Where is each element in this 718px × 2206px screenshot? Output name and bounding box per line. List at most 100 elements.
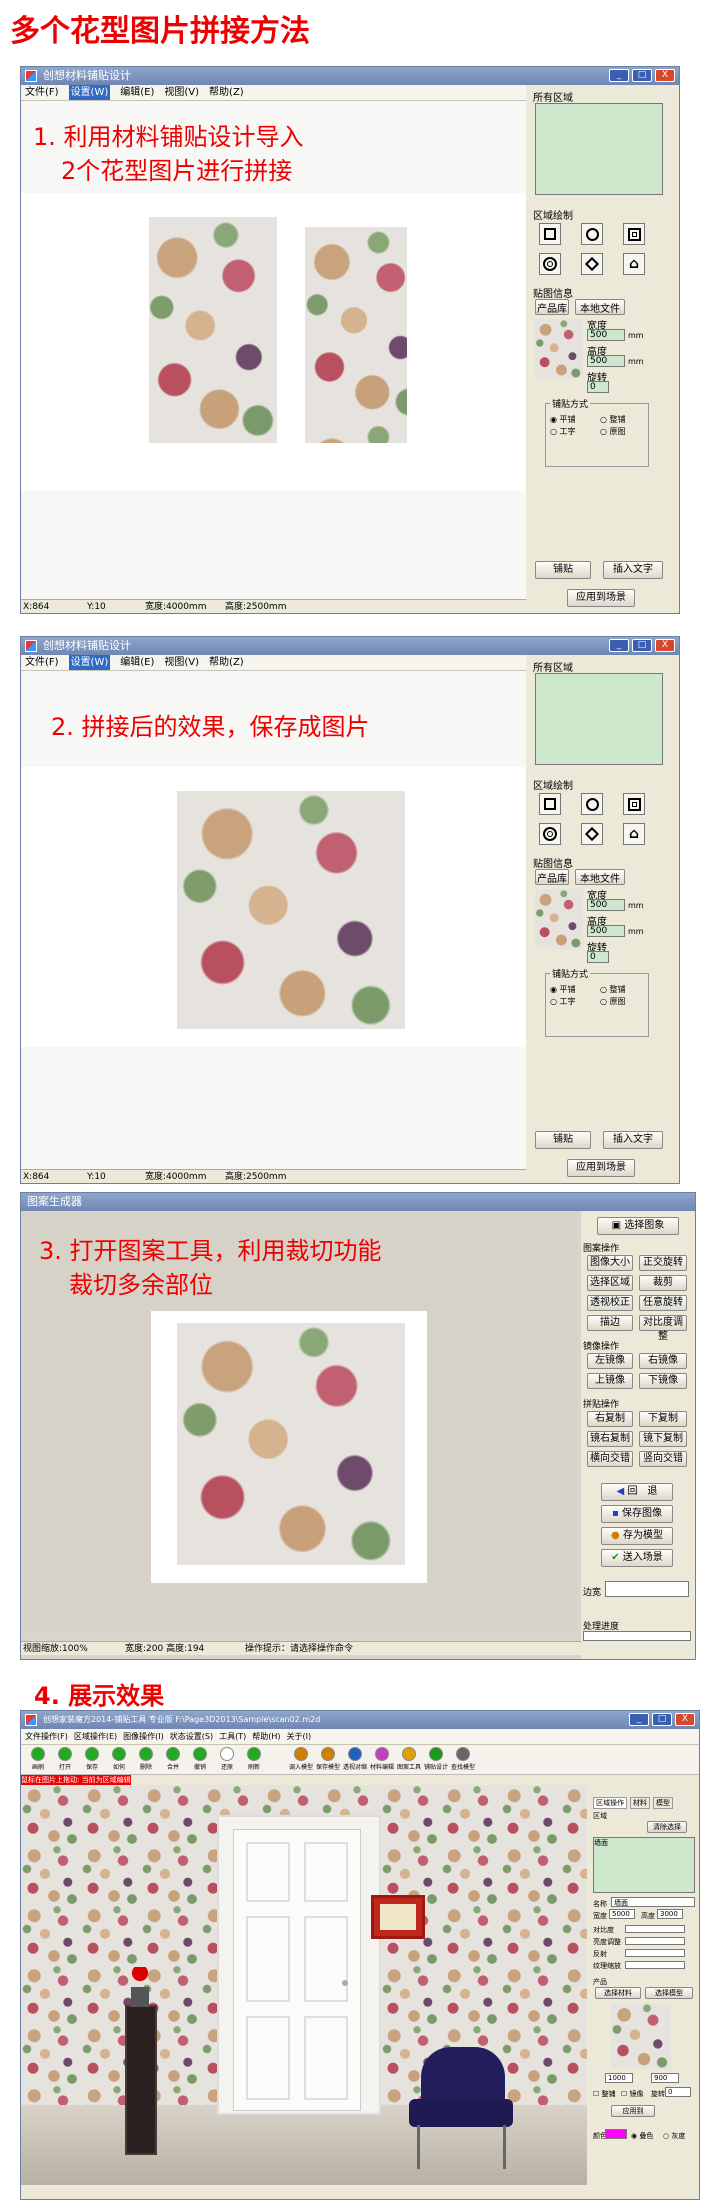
tile-button[interactable]: 铺贴 <box>535 1131 591 1149</box>
toolbar-button-15[interactable]: 查找模型 <box>450 1746 476 1774</box>
stitched-floral-image[interactable] <box>177 791 405 1029</box>
height-input[interactable]: 500 <box>587 355 625 367</box>
tab-region-ops[interactable]: 区域操作 <box>593 1797 627 1809</box>
maximize-button[interactable]: □ <box>652 1713 672 1726</box>
local-file-button[interactable]: 本地文件 <box>575 869 625 885</box>
toolbar-button-12[interactable]: 材料编辑 <box>369 1746 395 1774</box>
circle-tool-icon[interactable] <box>581 793 603 815</box>
tile-button[interactable]: 铺贴 <box>535 561 591 579</box>
diamond-tool-icon[interactable] <box>581 253 603 275</box>
apply-button[interactable]: 应用到 <box>611 2105 655 2117</box>
image-size-button[interactable]: 图像大小 <box>587 1255 633 1271</box>
design-canvas[interactable]: 2. 拼接后的效果，保存成图片 <box>21 671 526 1169</box>
toolbar-button-11[interactable]: 透视对缩 <box>342 1746 368 1774</box>
minimize-button[interactable]: _ <box>609 639 629 652</box>
reflection-slider[interactable] <box>625 1949 685 1957</box>
stroke-button[interactable]: 描边 <box>587 1315 633 1331</box>
menu-help[interactable]: 帮助(Z) <box>209 655 244 670</box>
menu-edit[interactable]: 编辑(E) <box>120 655 154 670</box>
back-button[interactable]: ◀ 回 退 <box>601 1483 673 1501</box>
close-button[interactable]: X <box>655 69 675 82</box>
floral-image-1[interactable] <box>149 217 277 443</box>
toolbar-button-7[interactable]: 还原 <box>214 1746 240 1774</box>
perspective-button[interactable]: 透视校正 <box>587 1295 633 1311</box>
menu-view[interactable]: 视图(V) <box>164 655 199 670</box>
texture-scale-slider[interactable] <box>625 1961 685 1969</box>
menu-file-ops[interactable]: 文件操作(F) <box>25 1729 68 1744</box>
menu-settings[interactable]: 设置(W) <box>68 655 111 670</box>
square-frame-tool-icon[interactable] <box>623 223 645 245</box>
crop-button[interactable]: 裁剪 <box>639 1275 687 1291</box>
minimize-button[interactable]: _ <box>609 69 629 82</box>
menu-status[interactable]: 状态设置(S) <box>170 1729 213 1744</box>
menu-file[interactable]: 文件(F) <box>25 655 59 670</box>
local-file-button[interactable]: 本地文件 <box>575 299 625 315</box>
mirror-left-button[interactable]: 左镜像 <box>587 1353 633 1369</box>
rotate-input[interactable]: 0 <box>587 381 609 393</box>
maximize-button[interactable]: □ <box>632 639 652 652</box>
floral-image-2[interactable] <box>305 227 407 443</box>
mode-radio-brick[interactable]: ○ 工字 <box>550 996 576 1007</box>
diamond-tool-icon[interactable] <box>581 823 603 845</box>
toolbar-button-13[interactable]: 图案工具 <box>396 1746 422 1774</box>
mode-radio-tile[interactable]: ◉ 平铺 <box>550 984 576 995</box>
circle-tool-icon[interactable] <box>581 223 603 245</box>
material-width-input[interactable]: 1000 <box>605 2073 633 2083</box>
menu-image-ops[interactable]: 图像操作(I) <box>123 1729 164 1744</box>
width-input[interactable]: 5000 <box>609 1909 635 1919</box>
mode-radio-brick[interactable]: ○ 工字 <box>550 426 576 437</box>
toolbar-button-5[interactable]: 合并 <box>160 1746 186 1774</box>
height-input[interactable]: 3000 <box>657 1909 683 1919</box>
pattern-canvas[interactable]: 3. 打开图案工具，利用裁切功能 裁切多余部位 <box>21 1211 577 1631</box>
edge-width-slider[interactable] <box>605 1581 689 1597</box>
toolbar-button-10[interactable]: 保存模型 <box>315 1746 341 1774</box>
vertical-stagger-button[interactable]: 竖向交错 <box>639 1451 687 1467</box>
crop-floral-image[interactable] <box>177 1323 405 1565</box>
toolbar-button-1[interactable]: 打开 <box>52 1746 78 1774</box>
toolbar-button-9[interactable]: 调入模型 <box>288 1746 314 1774</box>
mode-radio-original[interactable]: ○ 原图 <box>600 996 626 1007</box>
rectangle-tool-icon[interactable] <box>539 223 561 245</box>
door[interactable] <box>233 1829 361 2111</box>
apply-to-scene-button[interactable]: 应用到场景 <box>567 589 635 607</box>
select-region-button[interactable]: 选择区域 <box>587 1275 633 1291</box>
product-library-button[interactable]: 产品库 <box>535 869 569 885</box>
minimize-button[interactable]: _ <box>629 1713 649 1726</box>
clear-selection-button[interactable]: 清除选择 <box>647 1821 687 1833</box>
close-button[interactable]: X <box>655 639 675 652</box>
rotate-select[interactable]: 0 <box>665 2087 691 2097</box>
blend-radio[interactable]: ◉ 叠色 <box>631 2131 653 2141</box>
toolbar-button-0[interactable]: 画刷 <box>25 1746 51 1774</box>
menu-settings[interactable]: 设置(W) <box>68 85 111 100</box>
mode-radio-original[interactable]: ○ 原图 <box>600 426 626 437</box>
mirror-copy-down-button[interactable]: 镜下复制 <box>639 1431 687 1447</box>
horizontal-stagger-button[interactable]: 横向交错 <box>587 1451 633 1467</box>
insert-text-button[interactable]: 插入文字 <box>603 1131 663 1149</box>
ring-tool-icon[interactable] <box>539 823 561 845</box>
menu-help[interactable]: 帮助(Z) <box>209 85 244 100</box>
mode-radio-whole[interactable]: ○ 整铺 <box>600 984 626 995</box>
gray-radio[interactable]: ○ 灰度 <box>663 2131 685 2141</box>
tab-material[interactable]: 材料 <box>630 1797 650 1809</box>
mirror-right-button[interactable]: 右镜像 <box>639 1353 687 1369</box>
mirror-copy-right-button[interactable]: 镜右复制 <box>587 1431 633 1447</box>
rectangle-tool-icon[interactable] <box>539 793 561 815</box>
region-list[interactable]: 墙面 <box>593 1837 695 1893</box>
design-canvas[interactable]: 1. 利用材料铺贴设计导入 2个花型图片进行拼接 <box>21 101 526 599</box>
select-model-button[interactable]: 选择模型 <box>645 1987 693 1999</box>
mode-radio-tile[interactable]: ◉ 平铺 <box>550 414 576 425</box>
close-button[interactable]: X <box>675 1713 695 1726</box>
brightness-slider[interactable] <box>625 1937 685 1945</box>
save-image-button[interactable]: ▪ 保存图像 <box>601 1505 673 1523</box>
contrast-slider[interactable] <box>625 1925 685 1933</box>
select-image-button[interactable]: ▣ 选择图象 <box>597 1217 679 1235</box>
name-input[interactable]: 墙面 <box>611 1897 695 1907</box>
free-rotate-button[interactable]: 任意旋转 <box>639 1295 687 1311</box>
menu-view[interactable]: 视图(V) <box>164 85 199 100</box>
height-input[interactable]: 500 <box>587 925 625 937</box>
product-library-button[interactable]: 产品库 <box>535 299 569 315</box>
menu-file[interactable]: 文件(F) <box>25 85 59 100</box>
insert-text-button[interactable]: 插入文字 <box>603 561 663 579</box>
mirror-up-button[interactable]: 上镜像 <box>587 1373 633 1389</box>
polygon-tool-icon[interactable]: ⌂ <box>623 823 645 845</box>
